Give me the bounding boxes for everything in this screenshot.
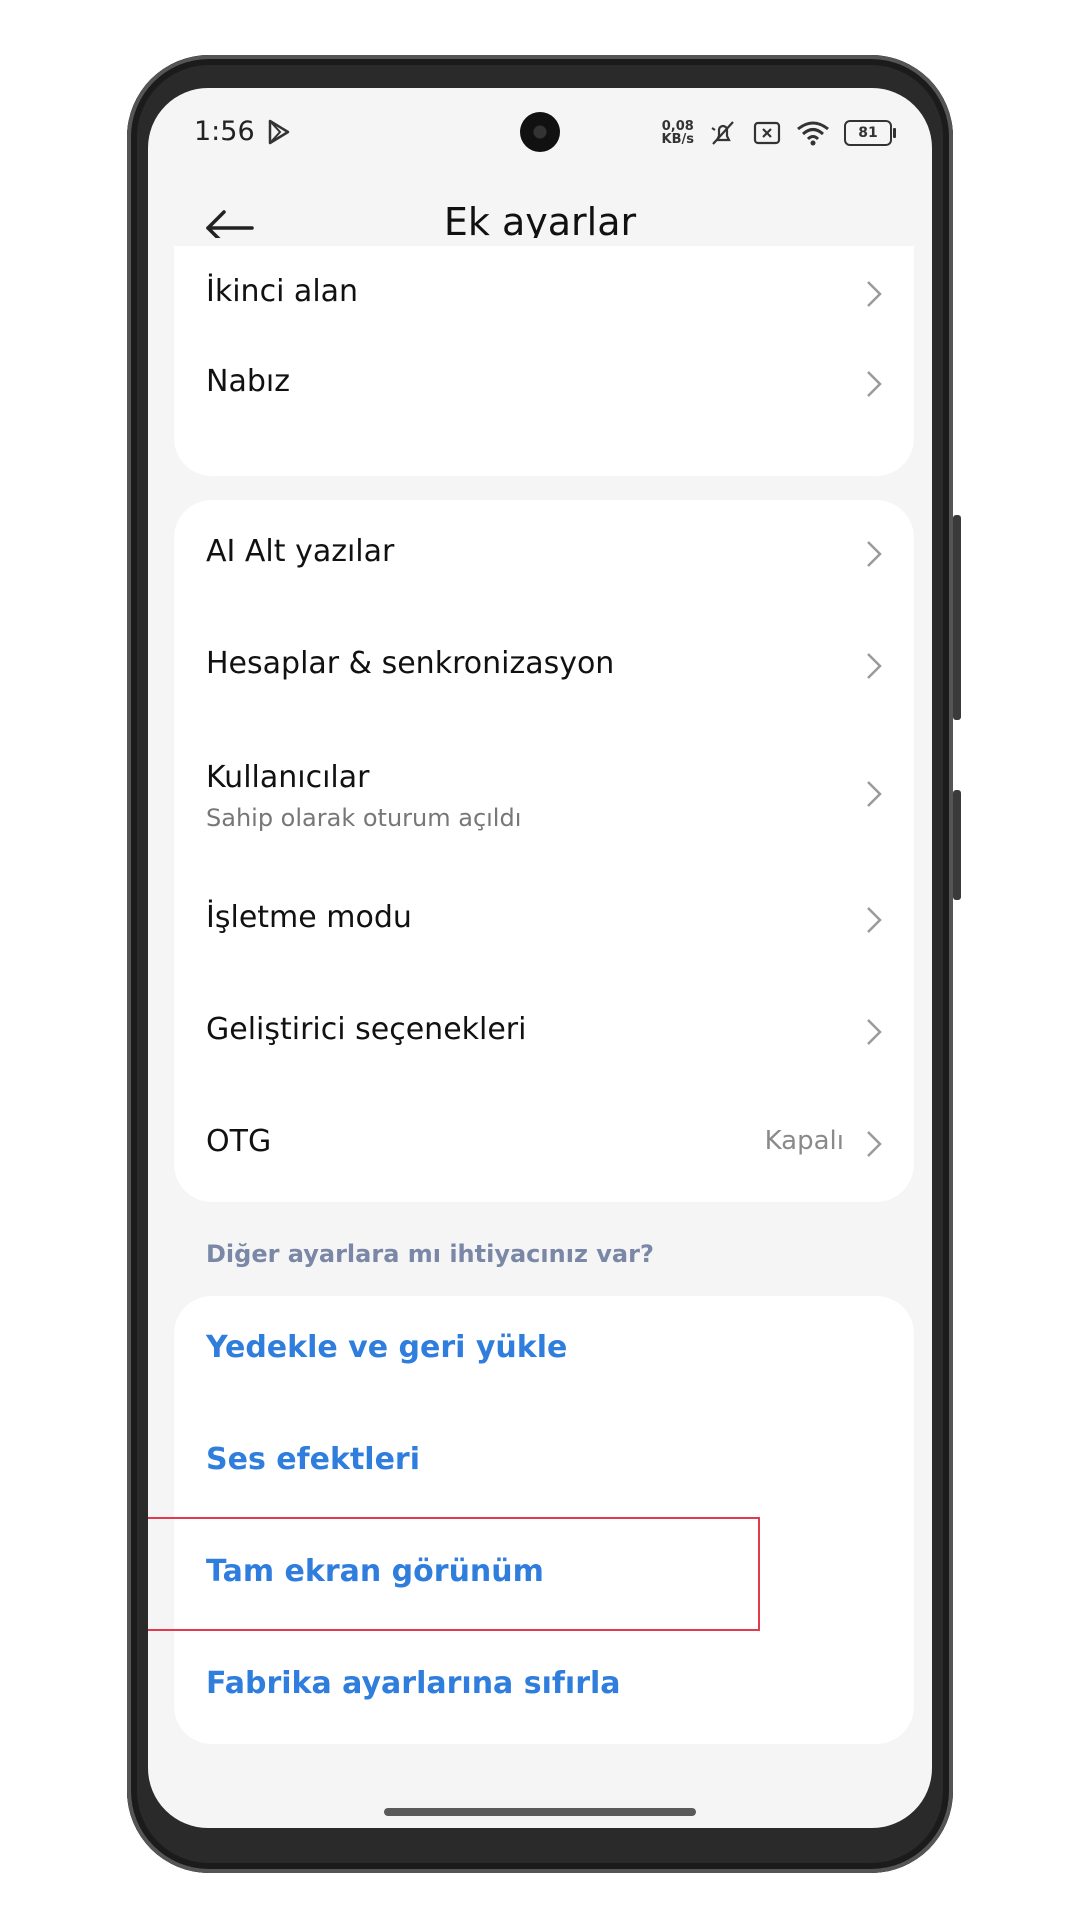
network-speed: 0,08 KB/s: [662, 120, 694, 146]
power-button: [953, 790, 961, 900]
chevron-right-icon: [867, 781, 882, 807]
more-settings-title: Diğer ayarlara mı ihtiyacınız var?: [206, 1240, 654, 1268]
more-settings-card: Yedekle ve geri yükle Ses efektleri Tam …: [174, 1296, 914, 1744]
status-time: 1:56: [194, 116, 255, 147]
chevron-right-icon: [867, 541, 882, 567]
setting-label: AI Alt yazılar: [206, 534, 395, 569]
setting-developer-options[interactable]: Geliştirici seçenekleri: [174, 978, 914, 1090]
chevron-right-icon: [867, 653, 882, 679]
screen: 1:56 0,08 KB/s 81 Ek ayarlar İkinci alan…: [148, 88, 932, 1828]
silent-mode-icon: [711, 121, 734, 145]
status-bar: 1:56 0,08 KB/s 81: [148, 88, 932, 178]
link-sound-effects[interactable]: Ses efektleri: [174, 1408, 914, 1520]
setting-label: Geliştirici seçenekleri: [206, 1012, 527, 1047]
setting-users[interactable]: Kullanıcılar Sahip olarak oturum açıldı: [174, 724, 914, 866]
link-label: Fabrika ayarlarına sıfırla: [206, 1666, 621, 1701]
settings-card-1: İkinci alan Nabız: [174, 238, 914, 476]
setting-label: İşletme modu: [206, 900, 412, 935]
network-speed-unit: KB/s: [661, 132, 694, 147]
link-label: Yedekle ve geri yükle: [206, 1330, 568, 1365]
setting-value: Kapalı: [764, 1126, 844, 1156]
setting-label: Hesaplar & senkronizasyon: [206, 646, 615, 681]
chevron-right-icon: [867, 371, 882, 397]
settings-card-2: AI Alt yazılar Hesaplar & senkronizasyon…: [174, 500, 914, 1202]
chevron-right-icon: [867, 1019, 882, 1045]
setting-pulse[interactable]: Nabız: [174, 350, 914, 462]
chevron-right-icon: [867, 281, 882, 307]
home-indicator[interactable]: [384, 1808, 696, 1816]
setting-label: Kullanıcılar: [206, 760, 370, 795]
wifi-icon: [797, 121, 829, 146]
header-divider: [148, 238, 932, 246]
link-factory-reset[interactable]: Fabrika ayarlarına sıfırla: [174, 1632, 914, 1744]
link-label: Ses efektleri: [206, 1442, 420, 1477]
setting-label: OTG: [206, 1124, 272, 1159]
battery-indicator: 81: [844, 120, 896, 146]
setting-ai-subtitles[interactable]: AI Alt yazılar: [174, 500, 914, 612]
volume-button: [953, 515, 961, 720]
chevron-right-icon: [867, 907, 882, 933]
link-backup-restore[interactable]: Yedekle ve geri yükle: [174, 1296, 914, 1408]
link-label: Tam ekran görünüm: [206, 1554, 544, 1589]
play-store-icon: [268, 119, 290, 145]
setting-sublabel: Sahip olarak oturum açıldı: [206, 804, 522, 832]
setting-label: İkinci alan: [206, 274, 359, 309]
front-camera: [520, 112, 560, 152]
setting-second-space[interactable]: İkinci alan: [174, 238, 914, 350]
setting-label: Nabız: [206, 364, 290, 399]
battery-level: 81: [858, 125, 878, 141]
setting-business-mode[interactable]: İşletme modu: [174, 866, 914, 978]
no-sim-icon: [753, 121, 781, 145]
setting-accounts-sync[interactable]: Hesaplar & senkronizasyon: [174, 612, 914, 724]
chevron-right-icon: [867, 1131, 882, 1157]
setting-otg[interactable]: OTG Kapalı: [174, 1090, 914, 1202]
link-full-screen-display[interactable]: Tam ekran görünüm: [174, 1520, 914, 1632]
